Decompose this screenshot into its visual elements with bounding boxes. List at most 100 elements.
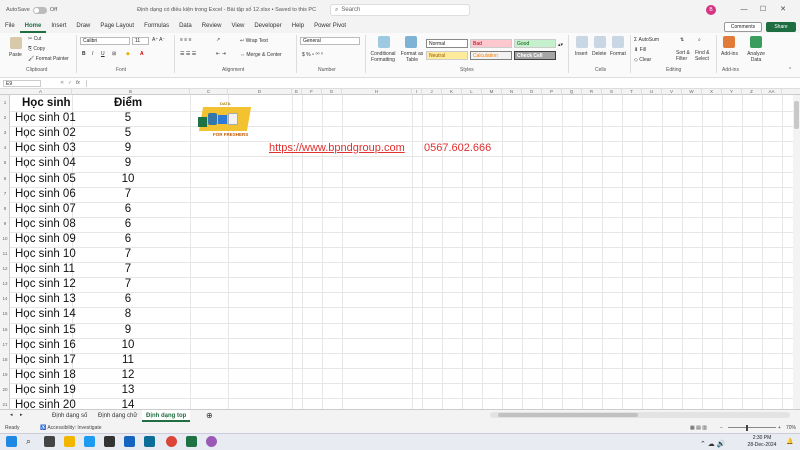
insert-button[interactable]: Insert — [575, 51, 588, 57]
row-header[interactable]: 13 — [0, 281, 10, 286]
analyze-data-icon[interactable] — [750, 36, 762, 48]
cell-student[interactable]: Học sinh 13 — [15, 293, 76, 305]
name-box[interactable]: E9 — [3, 80, 41, 87]
format-as-table-button[interactable]: Format as Table — [400, 51, 424, 63]
vertical-align-icons[interactable]: ≡ ≡ ≡ — [180, 37, 192, 43]
row-header[interactable]: 6 — [0, 176, 10, 181]
menu-data[interactable]: Data — [174, 20, 197, 33]
cell-student[interactable]: Học sinh 19 — [15, 384, 76, 396]
cell-student[interactable]: Học sinh 14 — [15, 308, 76, 320]
cell-score[interactable]: 6 — [72, 233, 184, 245]
styles-scroll-icon[interactable]: ▴▾ — [558, 42, 563, 48]
cell-student[interactable]: Học sinh 17 — [15, 354, 76, 366]
cell-student[interactable]: Học sinh 04 — [15, 157, 76, 169]
cell-student[interactable]: Học sinh 10 — [15, 248, 76, 260]
font-size-select[interactable]: 11 — [132, 37, 149, 45]
cell-score[interactable]: 6 — [72, 203, 184, 215]
horizontal-scroll-thumb[interactable] — [498, 413, 638, 417]
column-header-a[interactable]: A — [10, 89, 72, 95]
delete-cells-icon[interactable] — [594, 36, 606, 48]
row-header[interactable]: 5 — [0, 160, 10, 165]
menu-file[interactable]: File — [0, 20, 20, 33]
cell-student[interactable]: Học sinh 01 — [15, 112, 76, 124]
row-header[interactable]: 1 — [0, 100, 10, 105]
number-format-icons[interactable]: $ % ⁹ ⁰⁰ ⁰ — [302, 52, 323, 58]
menu-review[interactable]: Review — [197, 20, 227, 33]
paste-icon[interactable] — [10, 37, 22, 49]
taskbar-search-icon[interactable]: ⌕ — [26, 436, 37, 447]
row-header[interactable]: 19 — [0, 372, 10, 377]
row-header[interactable]: 15 — [0, 311, 10, 316]
edge-icon[interactable] — [84, 436, 95, 447]
cell-score[interactable]: 6 — [72, 293, 184, 305]
column-header-l[interactable]: L — [462, 89, 482, 95]
row-header[interactable]: 9 — [0, 221, 10, 226]
row-header[interactable]: 16 — [0, 327, 10, 332]
collapse-ribbon-icon[interactable]: ⌃ — [788, 67, 792, 73]
row-header[interactable]: 8 — [0, 206, 10, 211]
horizontal-align-icons[interactable]: ☰ ☰ ☰ — [180, 51, 196, 57]
cell-score[interactable]: 9 — [72, 157, 184, 169]
cell-student[interactable]: Học sinh 20 — [15, 399, 76, 409]
vertical-scroll-thumb[interactable] — [794, 101, 799, 129]
find-select-button[interactable]: Find & Select — [695, 50, 711, 62]
confirm-icon[interactable]: ✓ — [68, 80, 72, 86]
system-tray-icons[interactable]: ⌃ ☁ 🔊 — [700, 440, 725, 448]
task-view-icon[interactable] — [44, 436, 55, 447]
cell-score[interactable]: 9 — [72, 142, 184, 154]
website-link[interactable]: https://www.bpndgroup.com — [269, 142, 405, 154]
notification-icon[interactable]: 🔔 — [786, 438, 793, 445]
header-score[interactable]: Điểm — [72, 97, 184, 109]
row-header[interactable]: 2 — [0, 115, 10, 120]
font-color-icon[interactable]: A — [140, 51, 144, 57]
sheet-tab-text-format[interactable]: Định dạng chữ — [94, 410, 141, 422]
clear-button[interactable]: ◇ Clear — [634, 57, 651, 63]
insert-function-button[interactable]: fx — [76, 80, 80, 86]
cell-score[interactable]: 7 — [72, 263, 184, 275]
sheet-tab-top-format[interactable]: Định dạng top — [142, 410, 191, 422]
fill-color-icon[interactable]: ◆ — [126, 51, 130, 57]
menu-draw[interactable]: Draw — [71, 20, 95, 33]
menu-view[interactable]: View — [226, 20, 249, 33]
zoom-out-icon[interactable]: − — [720, 423, 723, 433]
addins-button[interactable]: Add-ins — [721, 51, 738, 57]
paste-button[interactable]: Paste — [9, 52, 22, 58]
cell-student[interactable]: Học sinh 03 — [15, 142, 76, 154]
conditional-formatting-icon[interactable] — [378, 36, 390, 48]
menu-insert[interactable]: Insert — [46, 20, 71, 33]
italic-icon[interactable]: I — [92, 51, 93, 57]
column-header-n[interactable]: N — [502, 89, 522, 95]
column-header-o[interactable]: O — [522, 89, 542, 95]
cell-student[interactable]: Học sinh 08 — [15, 218, 76, 230]
column-header-z[interactable]: Z — [742, 89, 762, 95]
autosave-toggle[interactable] — [32, 6, 47, 14]
file-explorer-icon[interactable] — [64, 436, 75, 447]
column-header-m[interactable]: M — [482, 89, 502, 95]
formula-input[interactable] — [86, 80, 796, 87]
column-header-b[interactable]: B — [72, 89, 190, 95]
column-header-r[interactable]: R — [582, 89, 602, 95]
vertical-scrollbar[interactable] — [793, 95, 800, 409]
cell-student[interactable]: Học sinh 05 — [15, 173, 76, 185]
style-good[interactable]: Good — [514, 39, 556, 48]
grow-font-icon[interactable]: A⁺ A⁻ — [152, 37, 165, 43]
cell-score[interactable]: 5 — [72, 112, 184, 124]
style-neutral[interactable]: Neutral — [426, 51, 468, 60]
column-header-h[interactable]: H — [342, 89, 412, 95]
row-header[interactable]: 10 — [0, 236, 10, 241]
row-header[interactable]: 21 — [0, 402, 10, 407]
worksheet-grid[interactable]: A B C D E F G H I J K L M N O P Q R S T U V W X Y Z AA 1 2 3 4 5 6 7 8 9 10… — [0, 89, 800, 409]
autosum-button[interactable]: Σ AutoSum — [634, 37, 659, 43]
cell-student[interactable]: Học sinh 12 — [15, 278, 76, 290]
column-header-c[interactable]: C — [190, 89, 228, 95]
windows-start-icon[interactable] — [6, 436, 17, 447]
mail-icon[interactable] — [124, 436, 135, 447]
column-header-j[interactable]: J — [422, 89, 442, 95]
column-header-u[interactable]: U — [642, 89, 662, 95]
row-header[interactable]: 7 — [0, 191, 10, 196]
row-header[interactable]: 11 — [0, 251, 10, 256]
zoom-slider-thumb[interactable] — [746, 425, 748, 431]
column-header-aa[interactable]: AA — [762, 89, 782, 95]
cell-score[interactable]: 7 — [72, 278, 184, 290]
number-format-select[interactable]: General — [300, 37, 360, 45]
